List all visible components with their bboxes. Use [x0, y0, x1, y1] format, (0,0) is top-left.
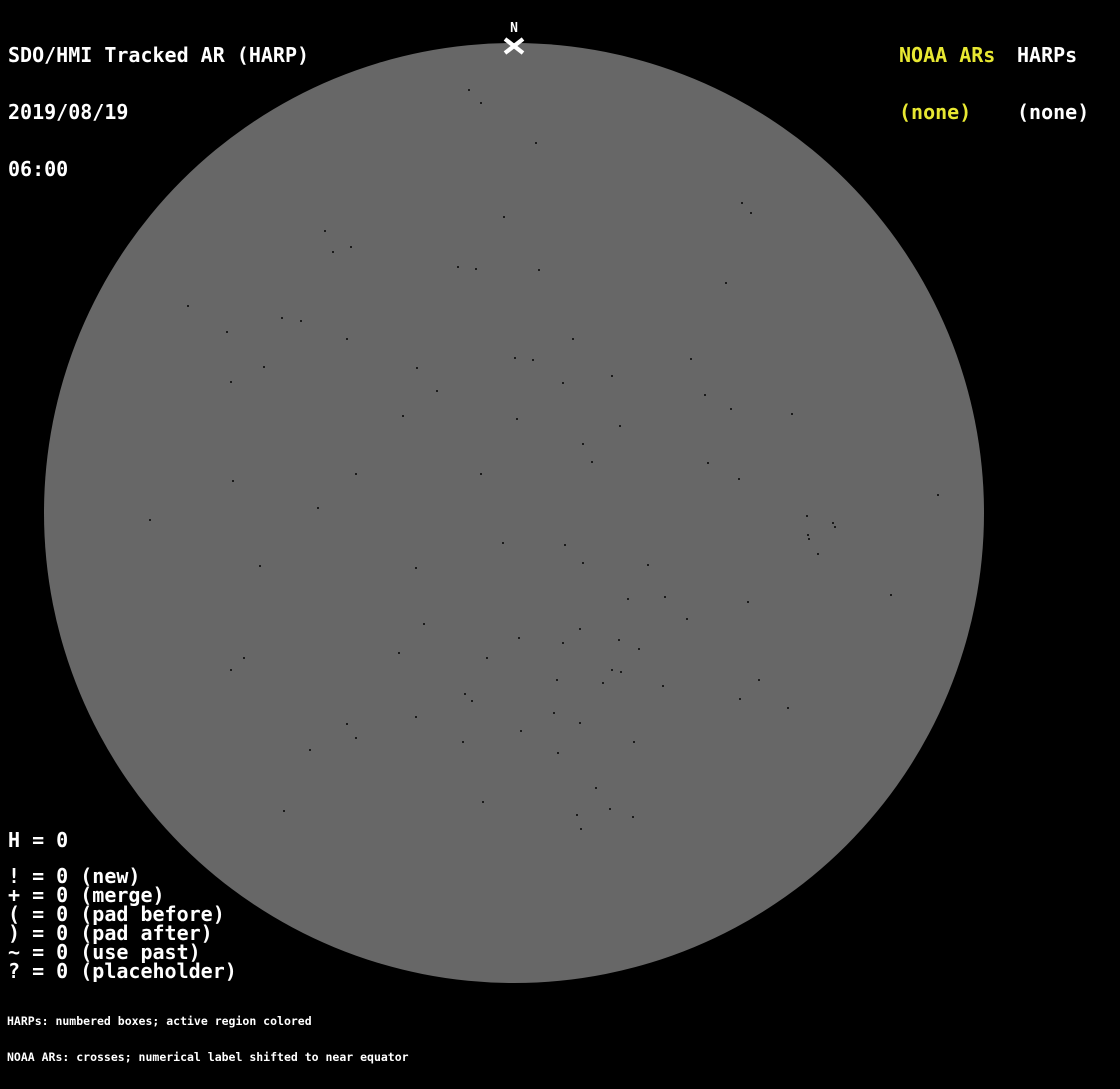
north-label: N	[506, 22, 522, 35]
legend-line: ? = 0 (placeholder)	[8, 962, 237, 981]
harps-header: HARPs	[1017, 46, 1089, 65]
noaa-ars-value: (none)	[899, 103, 995, 122]
solar-disk-view: SDO/HMI Tracked AR (HARP) 2019/08/19 06:…	[0, 0, 1120, 1024]
noaa-ars-header: NOAA ARs	[899, 46, 995, 65]
footer-note-noaa: NOAA ARs: crosses; numerical label shift…	[7, 1051, 409, 1063]
time-label: 06:00	[8, 160, 309, 179]
legend-flag-counts: ! = 0 (new)+ = 0 (merge)( = 0 (pad befor…	[8, 867, 237, 981]
harps-block: HARPs (none)	[1017, 8, 1089, 160]
footer-note-harps: HARPs: numbered boxes; active region col…	[7, 1015, 409, 1027]
harp-count-label: H = 0	[8, 831, 68, 850]
noaa-ars-block: NOAA ARs (none)	[899, 8, 995, 160]
north-cross-icon	[502, 37, 526, 55]
app-title: SDO/HMI Tracked AR (HARP)	[8, 46, 309, 65]
date-label: 2019/08/19	[8, 103, 309, 122]
title-block: SDO/HMI Tracked AR (HARP) 2019/08/19 06:…	[8, 8, 309, 217]
harps-value: (none)	[1017, 103, 1089, 122]
footer-block: HARPs: numbered boxes; active region col…	[7, 990, 409, 1088]
